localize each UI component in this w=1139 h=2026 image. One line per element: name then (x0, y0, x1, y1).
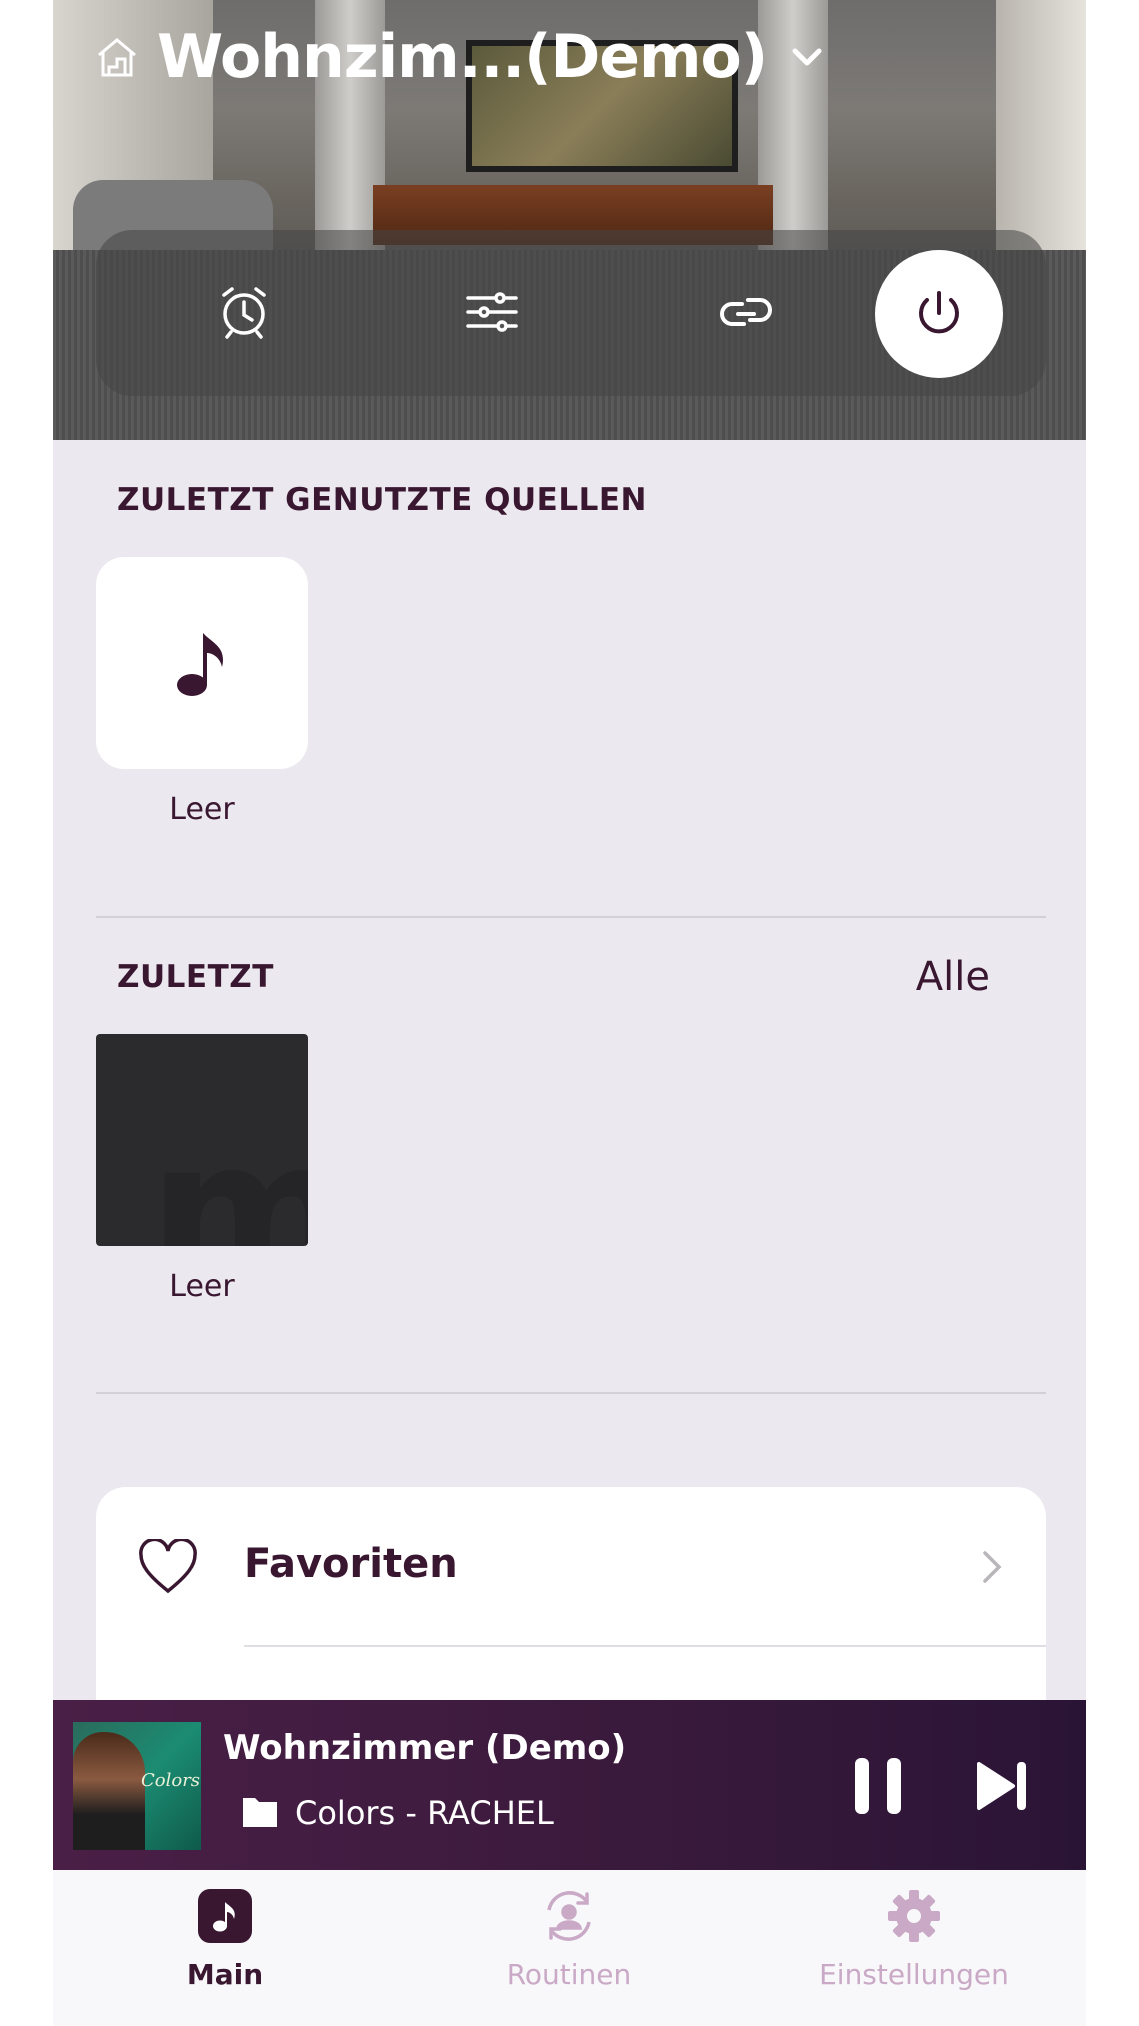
gear-icon (888, 1890, 940, 1942)
bottom-tab-bar: Main Routinen Einstellungen (53, 1870, 1086, 2026)
section-divider (96, 1392, 1046, 1394)
recent-source-tile[interactable] (96, 557, 308, 769)
source-logo: m (148, 1097, 308, 1247)
equalizer-icon[interactable] (462, 282, 522, 342)
room-selector[interactable]: Wohnzim...(Demo) (93, 22, 827, 92)
pause-button[interactable] (850, 1756, 906, 1816)
list-separator (244, 1645, 1046, 1647)
tab-label: Main (186, 1958, 264, 1991)
room-hero-image: Wohnzim...(Demo) (53, 0, 1086, 440)
power-button[interactable] (875, 250, 1003, 378)
chevron-right-icon (983, 1551, 1002, 1583)
section-divider (96, 916, 1046, 918)
favorites-label: Favoriten (244, 1541, 458, 1587)
tab-routinen[interactable]: Routinen (439, 1888, 699, 1991)
routine-icon (547, 1891, 591, 1941)
chevron-down-icon[interactable] (787, 37, 827, 77)
heart-icon (139, 1539, 197, 1594)
power-icon (919, 291, 959, 334)
app-screen: Wohnzim...(Demo) ZULETZT GENUTZTE QUELLE… (53, 0, 1086, 2026)
favorites-row[interactable]: Favoriten (96, 1487, 1046, 1647)
music-note-icon (177, 633, 223, 696)
section-title-recent-sources: ZULETZT GENUTZTE QUELLEN (117, 482, 647, 518)
section-title-recent: ZULETZT (117, 959, 274, 995)
alarm-icon[interactable] (214, 282, 274, 342)
cover-artist-image (73, 1732, 145, 1850)
tab-main[interactable]: Main (95, 1888, 355, 1991)
link-icon[interactable] (716, 282, 776, 342)
room-title[interactable]: Wohnzim...(Demo) (157, 22, 768, 92)
cover-title: Colors (141, 1770, 201, 1791)
recent-item-label: Leer (169, 1269, 235, 1304)
see-all-link[interactable]: Alle (916, 954, 990, 1000)
folder-icon (243, 1798, 277, 1827)
player-source-text: Colors - RACHEL (295, 1794, 554, 1832)
tab-label: Routinen (506, 1958, 632, 1991)
favorites-card: Favoriten (96, 1487, 1046, 1707)
tab-einstellungen[interactable]: Einstellungen (784, 1888, 1044, 1991)
recent-source-label: Leer (169, 792, 235, 827)
next-track-button[interactable] (975, 1760, 1031, 1812)
house-icon (98, 38, 136, 77)
music-note-icon (198, 1889, 252, 1943)
album-cover[interactable]: Colors (73, 1722, 201, 1850)
recent-item-tile[interactable]: m (96, 1034, 308, 1246)
tab-label: Einstellungen (819, 1958, 1009, 1991)
mini-player[interactable]: Colors Wohnzimmer (Demo) Colors - RACHEL (53, 1700, 1086, 1870)
player-room-name: Wohnzimmer (Demo) (223, 1728, 627, 1768)
